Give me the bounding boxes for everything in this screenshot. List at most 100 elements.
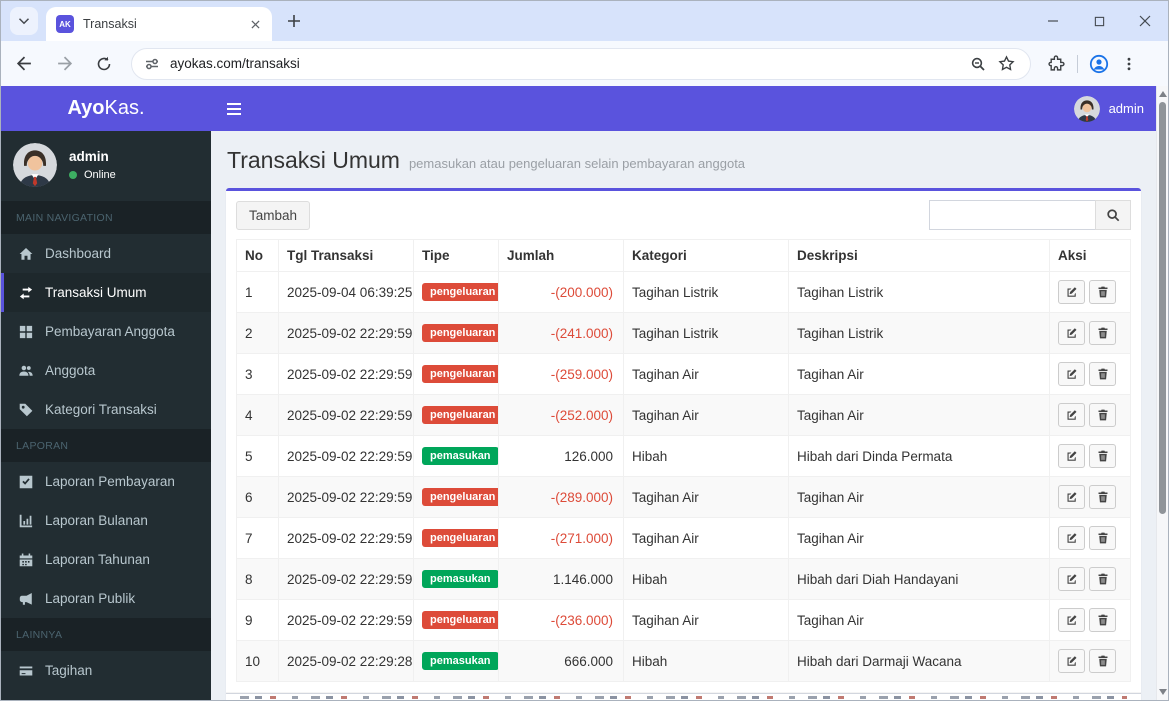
browser-toolbar: ayokas.com/transaksi <box>1 41 1168 86</box>
delete-button[interactable] <box>1089 567 1116 591</box>
cell-deskripsi: Tagihan Air <box>788 353 1050 395</box>
cell-jumlah: -(241.000) <box>498 312 624 354</box>
maximize-button[interactable] <box>1076 1 1122 41</box>
online-status[interactable]: Online <box>69 169 116 181</box>
content-header: Transaksi Umum pemasukan atau pengeluara… <box>211 131 1158 174</box>
trash-icon <box>1097 327 1109 339</box>
cell-kategori: Tagihan Air <box>623 517 789 559</box>
sidebar: admin Online MAIN NAVIGATION Dashboard Tra… <box>1 131 211 700</box>
sidebar-item-laporan-tahunan[interactable]: Laporan Tahunan <box>1 540 211 579</box>
sidebar-username: admin <box>69 149 109 164</box>
sidebar-item-pembayaran-anggota[interactable]: Pembayaran Anggota <box>1 312 211 351</box>
cell-kategori: Tagihan Listrik <box>623 271 789 313</box>
search-input[interactable] <box>929 200 1095 230</box>
sidebar-item-anggota[interactable]: Anggota <box>1 351 211 390</box>
sidebar-item-label: Anggota <box>45 363 96 378</box>
profile-icon[interactable] <box>1084 49 1114 79</box>
minimize-button[interactable] <box>1030 1 1076 41</box>
site-info-icon[interactable] <box>144 56 160 72</box>
delete-button[interactable] <box>1089 608 1116 632</box>
edit-button[interactable] <box>1058 444 1085 468</box>
cell-deskripsi: Tagihan Air <box>788 517 1050 559</box>
edit-button[interactable] <box>1058 321 1085 345</box>
cell-date: 2025-09-02 22:29:59 <box>278 353 414 395</box>
extensions-icon[interactable] <box>1041 49 1071 79</box>
toolbar-actions <box>1041 49 1144 79</box>
edit-button[interactable] <box>1058 280 1085 304</box>
sidebar-item-tagihan[interactable]: Tagihan <box>1 651 211 690</box>
calendar-icon <box>19 553 41 567</box>
grid-icon <box>19 325 41 339</box>
sidebar-item-laporan-publik[interactable]: Laporan Publik <box>1 579 211 618</box>
cell-aksi <box>1049 394 1131 436</box>
sidebar-item-laporan-pembayaran[interactable]: Laporan Pembayaran <box>1 462 211 501</box>
sidebar-item-transaksi-umum[interactable]: Transaksi Umum <box>1 273 211 312</box>
forward-icon[interactable] <box>47 47 81 81</box>
scroll-up-icon[interactable] <box>1157 88 1168 100</box>
tab-search-button[interactable] <box>10 7 38 35</box>
cell-aksi <box>1049 599 1131 641</box>
sidebar-item-kategori-transaksi[interactable]: Kategori Transaksi <box>1 390 211 429</box>
cell-date: 2025-09-02 22:29:59 <box>278 394 414 436</box>
reload-icon[interactable] <box>87 47 121 81</box>
close-window-button[interactable] <box>1122 1 1168 41</box>
delete-button[interactable] <box>1089 649 1116 673</box>
cell-deskripsi: Hibah dari Dinda Permata <box>788 435 1050 477</box>
transactions-box: Tambah No Tgl Transaksi Tipe Jumlah Kategori… <box>226 188 1141 700</box>
sidebar-toggle-icon[interactable] <box>211 86 256 131</box>
menu-dots-icon[interactable] <box>1114 49 1144 79</box>
tipe-badge: pengeluaran <box>422 611 498 629</box>
edit-button[interactable] <box>1058 649 1085 673</box>
delete-button[interactable] <box>1089 403 1116 427</box>
cell-no: 5 <box>236 435 279 477</box>
online-dot-icon <box>69 171 77 179</box>
edit-button[interactable] <box>1058 567 1085 591</box>
zoom-icon[interactable] <box>964 50 992 78</box>
trash-icon <box>1097 614 1109 626</box>
delete-button[interactable] <box>1089 526 1116 550</box>
trash-icon <box>1097 655 1109 667</box>
cell-deskripsi: Tagihan Air <box>788 476 1050 518</box>
delete-button[interactable] <box>1089 362 1116 386</box>
back-icon[interactable] <box>7 47 41 81</box>
brand-logo[interactable]: Ayo Kas. <box>1 86 211 131</box>
cell-tipe: pengeluaran <box>413 353 499 395</box>
delete-button[interactable] <box>1089 321 1116 345</box>
delete-button[interactable] <box>1089 444 1116 468</box>
edit-button[interactable] <box>1058 485 1085 509</box>
tab-title: Transaksi <box>83 17 137 31</box>
sidebar-item-label: Laporan Publik <box>45 591 136 606</box>
delete-button[interactable] <box>1089 485 1116 509</box>
url-bar[interactable]: ayokas.com/transaksi <box>131 47 1031 80</box>
add-button[interactable]: Tambah <box>236 200 311 230</box>
edit-button[interactable] <box>1058 526 1085 550</box>
search-button[interactable] <box>1095 200 1131 230</box>
column-header-deskripsi: Deskripsi <box>788 239 1050 272</box>
scroll-down-icon[interactable] <box>1157 686 1168 698</box>
edit-button[interactable] <box>1058 362 1085 386</box>
new-tab-button[interactable] <box>280 7 308 35</box>
cell-jumlah: -(200.000) <box>498 271 624 313</box>
scrollbar-thumb[interactable] <box>1159 102 1166 514</box>
header-user-menu[interactable]: admin <box>1065 95 1158 122</box>
sidebar-item-label: Laporan Pembayaran <box>45 474 175 489</box>
toolbar-separator <box>1077 54 1078 73</box>
edit-icon <box>1066 532 1078 544</box>
sidebar-item-dashboard[interactable]: Dashboard <box>1 234 211 273</box>
sidebar-item-label: Tagihan <box>45 663 93 678</box>
cell-deskripsi: Tagihan Listrik <box>788 312 1050 354</box>
sidebar-section-header: LAPORAN <box>1 429 211 462</box>
url-text[interactable]: ayokas.com/transaksi <box>170 56 964 71</box>
table-row: 6 2025-09-02 22:29:59 pengeluaran -(289.000… <box>236 476 1131 518</box>
column-header-tipe: Tipe <box>413 239 499 272</box>
cell-jumlah: 666.000 <box>498 640 624 682</box>
browser-tab[interactable]: AK Transaksi <box>46 7 272 41</box>
bookmark-star-icon[interactable] <box>992 50 1020 78</box>
delete-button[interactable] <box>1089 280 1116 304</box>
sidebar-item-laporan-bulanan[interactable]: Laporan Bulanan <box>1 501 211 540</box>
edit-button[interactable] <box>1058 608 1085 632</box>
tab-close-icon[interactable] <box>246 15 264 33</box>
edit-button[interactable] <box>1058 403 1085 427</box>
page-scrollbar[interactable] <box>1156 86 1168 700</box>
table-row: 2 2025-09-02 22:29:59 pengeluaran -(241.000… <box>236 312 1131 354</box>
